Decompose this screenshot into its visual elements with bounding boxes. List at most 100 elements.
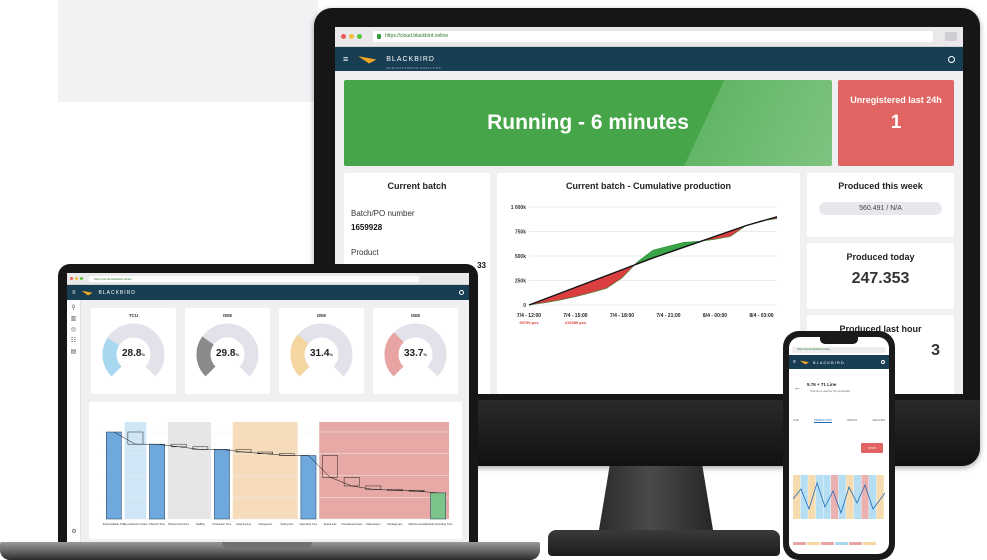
- globe-icon[interactable]: [948, 55, 955, 63]
- sidebar-users-icon[interactable]: ☷: [71, 338, 77, 344]
- gauge-card[interactable]: OEE 31.4%: [279, 308, 364, 394]
- product-label: Product: [351, 248, 379, 257]
- status-text: Running - 6 minutes: [487, 111, 689, 134]
- laptop-maximize-button[interactable]: [80, 277, 83, 280]
- timeline-segment: [823, 475, 831, 519]
- back-arrow-icon[interactable]: ←: [794, 385, 801, 392]
- maximize-window-button[interactable]: [357, 34, 362, 39]
- blackbird-logo-icon: [358, 56, 377, 64]
- y-tick-label: 250k: [515, 279, 526, 285]
- sidebar-settings-icon[interactable]: ⚙: [71, 529, 77, 535]
- background-panel: [58, 0, 318, 102]
- waterfall-category-label: Speed loss: [324, 522, 338, 526]
- phone-status-rows: [793, 533, 885, 554]
- cumulative-production-chart: 0 250k 500k 750k 1 000k 7/4 - 12:0090750 pcs 7…: [511, 205, 778, 325]
- gauge-card[interactable]: OEE 29.8%: [185, 308, 270, 394]
- gauge-title: OEE: [316, 313, 327, 318]
- gauge-unit: %: [423, 352, 428, 357]
- gauge-unit: %: [235, 352, 240, 357]
- phone-tab-live[interactable]: LIVE: [793, 419, 799, 423]
- band-gray: [167, 422, 212, 519]
- waterfall-card: Total Available Time No production orders…: [89, 402, 462, 539]
- gauge-value: 33.7%: [373, 348, 458, 359]
- brand-name: BLACKBIRD: [386, 56, 435, 63]
- batch-value: 1659928: [351, 223, 383, 232]
- status-chip: [793, 542, 806, 545]
- current-batch-title: Current batch: [387, 181, 447, 191]
- sidebar-target-icon[interactable]: ◎: [71, 327, 77, 333]
- laptop-address-bar[interactable]: https://cloud.blackbird.online: [89, 275, 419, 282]
- laptop-minimize-button[interactable]: [75, 277, 78, 280]
- gauge-number: 31.4: [309, 348, 330, 359]
- address-bar[interactable]: https://cloud.blackbird.online: [373, 31, 933, 42]
- phone-tab-analysis[interactable]: ANALYSIS: [872, 419, 885, 423]
- x-tick-label: 7/4 - 12:00: [517, 313, 541, 319]
- phone-line-subtitle: This line is used for 8 to production: [810, 390, 851, 393]
- monitor-stand: [598, 466, 714, 536]
- sidebar-document-icon[interactable]: ▤: [71, 349, 77, 355]
- unregistered-title: Unregistered last 24h: [850, 95, 942, 105]
- waterfall-total-bar: [214, 449, 230, 520]
- waterfall-total-bar: [105, 431, 122, 520]
- laptop-hamburger-icon[interactable]: ≡: [72, 290, 76, 296]
- sidebar-network-icon[interactable]: ⚲: [71, 305, 77, 311]
- produced-week-card: Produced this week 560.491 / N/A: [807, 173, 954, 237]
- timeline-segment: [793, 475, 801, 519]
- timeline-segment: [831, 475, 839, 519]
- close-window-button[interactable]: [341, 34, 346, 39]
- phone-tab-status[interactable]: STATUS: [847, 419, 857, 423]
- laptop-globe-icon[interactable]: [459, 290, 464, 295]
- product-showcase: https://cloud.blackbird.online ≡ BLACKBI…: [0, 0, 987, 560]
- waterfall-category-label: Material jam: [366, 522, 380, 526]
- phone-stop-button[interactable]: STOP: [861, 443, 883, 453]
- gauge-card[interactable]: TCU 28.8%: [91, 308, 176, 394]
- phone-hamburger-icon[interactable]: ≡: [793, 359, 796, 365]
- laptop-close-button[interactable]: [70, 277, 73, 280]
- x-tick-label: 7/4 - 21:00: [656, 313, 680, 319]
- hamburger-menu-icon[interactable]: ≡: [343, 54, 348, 64]
- sidebar-factory-icon[interactable]: ▥: [71, 316, 77, 322]
- gauge-value: 31.4%: [279, 348, 364, 359]
- machine-status-card: Running - 6 minutes: [344, 80, 832, 166]
- waterfall-category-label: Cleaning line: [236, 522, 252, 526]
- x-tick-label: 8/4 - 03:00: [749, 313, 773, 319]
- timeline-segment: [861, 475, 869, 519]
- app-header: ≡ BLACKBIRD MANUFACTURING ANALYTICS: [335, 47, 963, 71]
- phone-globe-icon[interactable]: [881, 360, 885, 364]
- waterfall-category-label: Changeover: [258, 522, 272, 526]
- gauge-title: OEE: [410, 313, 421, 318]
- waterfall-category-label: Total Available Time: [102, 522, 125, 526]
- x-tick-subtitle: 90750 pcs: [519, 320, 539, 325]
- minimize-window-button[interactable]: [349, 34, 354, 39]
- gauge-title: OEE: [222, 313, 233, 318]
- unregistered-card[interactable]: Unregistered last 24h 1: [838, 80, 954, 166]
- phone-line-name[interactable]: 5.76 + 71 Line: [807, 382, 836, 387]
- gauge-number: 28.8: [121, 348, 142, 359]
- phone-tabs: LIVE PRODUCTION STATUS ANALYSIS: [793, 419, 885, 423]
- produced-today-value: 247.353: [851, 270, 910, 287]
- laptop-brand-name: BLACKBIRD: [98, 289, 136, 296]
- gauge-value: 28.8%: [91, 348, 176, 359]
- browser-toolbar: https://cloud.blackbird.online: [335, 27, 963, 47]
- laptop-notch: [222, 542, 312, 548]
- browser-menu-button[interactable]: [945, 32, 957, 41]
- y-tick-label: 1 000k: [511, 205, 527, 211]
- produced-today-title: Produced today: [846, 252, 915, 262]
- waterfall-category-label: Staffing: [196, 522, 205, 526]
- waterfall-category-label: Planned Time: [149, 522, 165, 526]
- brand-subtitle: MANUFACTURING ANALYTICS: [386, 66, 442, 70]
- gauge-card[interactable]: OEE 33.7%: [373, 308, 458, 394]
- phone-tab-production[interactable]: PRODUCTION: [814, 419, 832, 423]
- waterfall-result-bar: [430, 492, 447, 520]
- batch-label: Batch/PO number: [351, 209, 415, 218]
- y-tick-label: 500k: [515, 254, 526, 260]
- laptop-logo-icon: [81, 290, 93, 296]
- cumulative-production-card: Current batch - Cumulative production 0 2…: [497, 173, 800, 394]
- status-chip: [849, 542, 862, 545]
- waterfall-category-label: Unexplained stops: [341, 522, 363, 526]
- timeline-segment: [876, 475, 884, 519]
- phone-address-bar[interactable]: https://cloud.blackbird.online: [792, 347, 886, 353]
- waterfall-category-label: Planned downtime: [168, 522, 190, 526]
- band-red: [319, 422, 449, 519]
- oee-waterfall-chart: Total Available TimeNo production orders…: [102, 422, 453, 526]
